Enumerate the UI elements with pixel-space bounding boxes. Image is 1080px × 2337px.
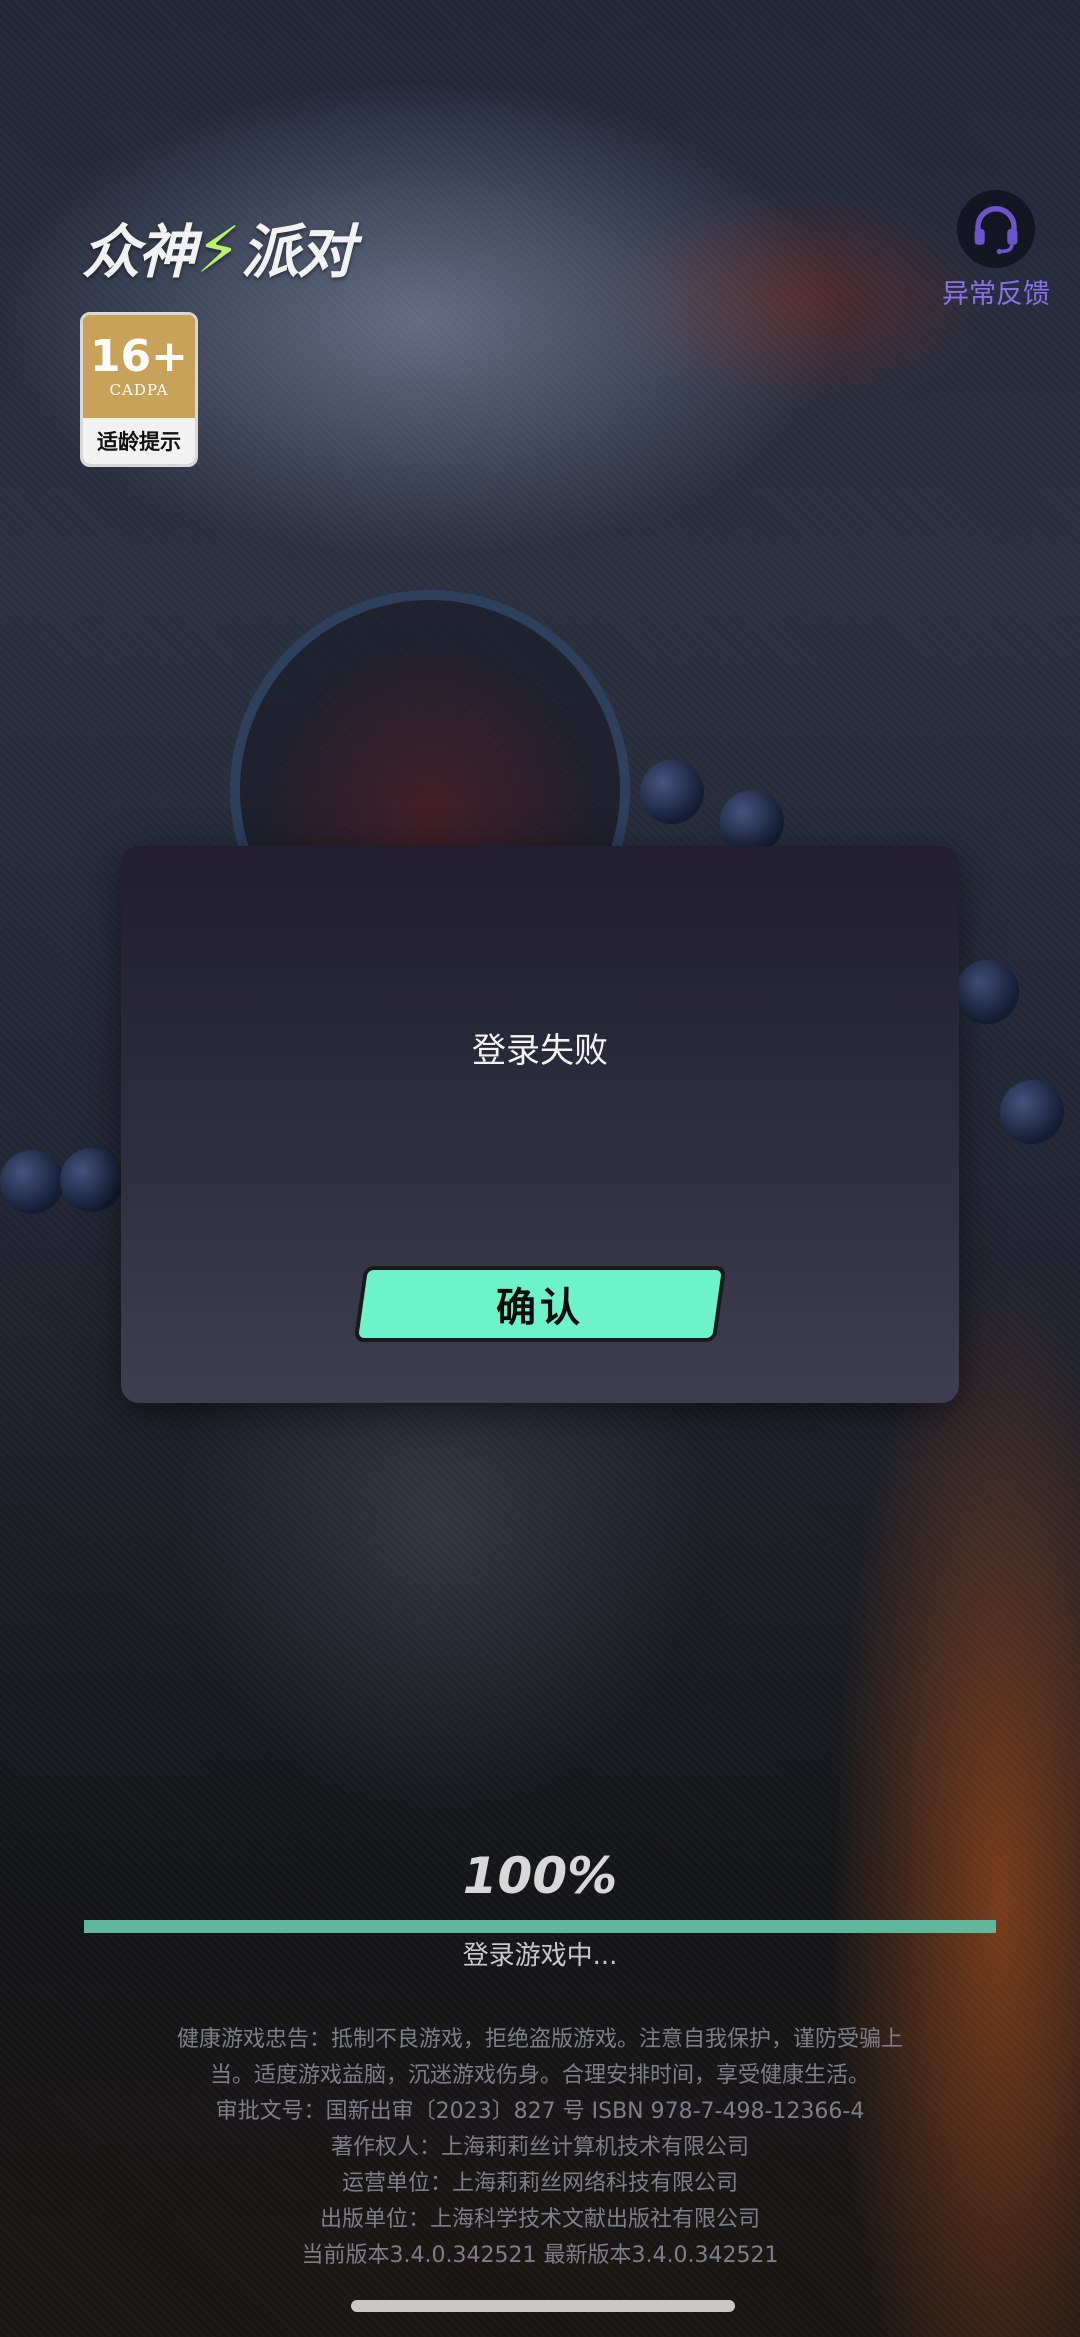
login-failed-dialog: 登录失败 确认 [121, 846, 959, 1403]
bead-art [955, 960, 1019, 1024]
legal-footer: 健康游戏忠告：抵制不良游戏，拒绝盗版游戏。注意自我保护，谨防受骗上 当。适度游戏… [120, 2022, 960, 2274]
confirm-button[interactable]: 确认 [353, 1266, 727, 1342]
feedback-icon-container [957, 190, 1035, 268]
age-rating-top: 16+ CADPA [83, 315, 195, 418]
age-rating-label: 适龄提示 [83, 418, 195, 464]
game-logo: 众神⚡派对 [82, 205, 355, 289]
logo-text-right: 派对 [240, 218, 355, 286]
home-indicator[interactable] [351, 2300, 735, 2312]
approval-number: 审批文号：国新出审〔2023〕827 号 ISBN 978-7-498-1236… [215, 2099, 865, 2124]
bead-art [60, 1148, 124, 1212]
bead-art [720, 790, 784, 854]
loading-progress-fill [84, 1920, 996, 1933]
age-rating-number: 16+ [89, 330, 189, 382]
headset-icon [974, 206, 1018, 255]
age-rating-org: CADPA [109, 380, 169, 399]
health-advice-line-2: 当。适度游戏益脑，沉迷游戏伤身。合理安排时间，享受健康生活。 [209, 2063, 870, 2088]
copyright-holder: 著作权人：上海莉莉丝计算机技术有限公司 [330, 2135, 749, 2160]
logo-text-left: 众神 [82, 218, 196, 286]
feedback-label: 异常反馈 [942, 279, 1050, 310]
age-rating-badge[interactable]: 16+ CADPA 适龄提示 [80, 312, 198, 467]
loading-status: 登录游戏中... [462, 1941, 618, 1971]
loading-progress-bar [84, 1920, 996, 1933]
operator-info: 运营单位：上海莉莉丝网络科技有限公司 [341, 2171, 738, 2196]
bead-art [640, 760, 704, 824]
version-info: 当前版本3.4.0.342521 最新版本3.4.0.342521 [301, 2243, 779, 2268]
health-advice-line-1: 健康游戏忠告：抵制不良游戏，拒绝盗版游戏。注意自我保护，谨防受骗上 [176, 2027, 903, 2052]
bead-art [0, 1150, 64, 1214]
bead-art [1000, 1080, 1064, 1144]
dialog-message: 登录失败 [472, 1031, 608, 1071]
lightning-bolt-icon: ⚡ [196, 214, 241, 288]
loading-percent: 100% [462, 1847, 618, 1905]
feedback-button[interactable]: 异常反馈 [930, 190, 1062, 311]
publisher-info: 出版单位：上海科学技术文献出版社有限公司 [319, 2207, 760, 2232]
confirm-button-label: 确认 [496, 1285, 584, 1331]
